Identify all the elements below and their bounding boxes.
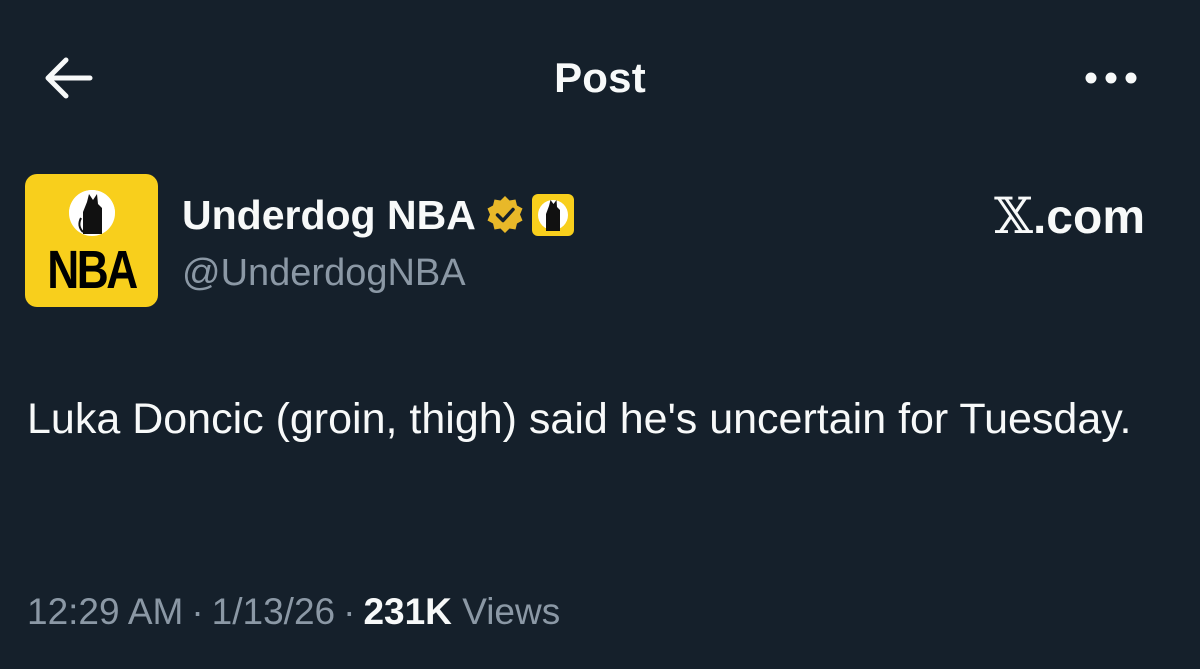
x-logo-icon: 𝕏 <box>994 187 1033 245</box>
page-title: Post <box>554 54 646 101</box>
affiliate-badge[interactable] <box>531 194 574 236</box>
more-horizontal-icon <box>1085 72 1137 84</box>
post-metadata: 12:29 AM · 1/13/26 · 231K Views <box>27 586 560 638</box>
underdog-logo-icon <box>69 190 115 236</box>
x-com-watermark: 𝕏.com <box>994 188 1145 246</box>
avatar-label: NBA <box>47 240 138 300</box>
views-label: Views <box>462 591 561 632</box>
top-bar: Post <box>0 0 1200 156</box>
more-options-button[interactable] <box>1080 60 1142 96</box>
author-display-name[interactable]: Underdog NBA <box>182 188 476 242</box>
post-date[interactable]: 1/13/26 <box>212 591 335 632</box>
verified-badge-icon[interactable] <box>484 194 526 236</box>
post-text: Luka Doncic (groin, thigh) said he's unc… <box>27 395 1132 443</box>
meta-separator: · <box>191 591 204 632</box>
watermark-domain: .com <box>1032 191 1145 244</box>
underdog-logo-icon <box>537 200 568 231</box>
post-time[interactable]: 12:29 AM <box>27 591 183 632</box>
author-name-row: Underdog NBA <box>182 188 574 242</box>
avatar[interactable]: NBA <box>25 174 158 307</box>
views-count: 231K <box>363 591 452 632</box>
author-handle[interactable]: @UnderdogNBA <box>182 248 466 298</box>
meta-separator: · <box>343 591 356 632</box>
